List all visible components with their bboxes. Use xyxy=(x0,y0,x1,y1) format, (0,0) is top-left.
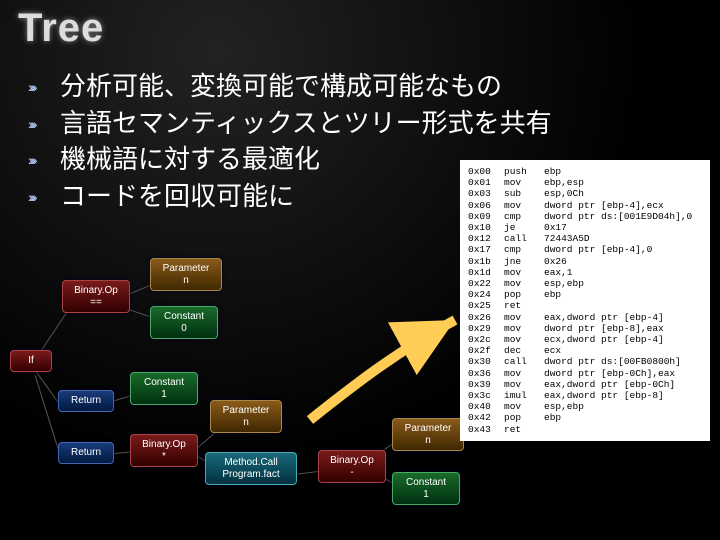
list-item: »» 分析可能、変換可能で構成可能なもの xyxy=(28,70,700,103)
asm-row: 0x12call72443A5D xyxy=(468,233,702,244)
asm-row: 0x40movesp,ebp xyxy=(468,401,702,412)
asm-row: 0x39moveax,dword ptr [ebp-0Ch] xyxy=(468,379,702,390)
asm-row: 0x09cmpdword ptr ds:[001E9D04h],0 xyxy=(468,211,702,222)
chevron-icon: »» xyxy=(28,79,52,97)
asm-row: 0x24popebp xyxy=(468,289,702,300)
asm-row: 0x10je0x17 xyxy=(468,222,702,233)
asm-row: 0x1dmoveax,1 xyxy=(468,267,702,278)
asm-row: 0x1bjne0x26 xyxy=(468,256,702,267)
tree-node-param-n: Parameter n xyxy=(392,418,464,451)
asm-row: 0x03subesp,0Ch xyxy=(468,188,702,199)
tree-node-method-call: Method.Call Program.fact xyxy=(205,452,297,485)
asm-row: 0x17cmpdword ptr [ebp-4],0 xyxy=(468,244,702,255)
asm-row: 0x3cimuleax,dword ptr [ebp-8] xyxy=(468,390,702,401)
tree-node-if: If xyxy=(10,350,52,372)
asm-row: 0x36movdword ptr [ebp-0Ch],eax xyxy=(468,368,702,379)
asm-row: 0x01movebp,esp xyxy=(468,177,702,188)
chevron-icon: »» xyxy=(28,152,52,170)
tree-node-return: Return xyxy=(58,390,114,412)
tree-node-return: Return xyxy=(58,442,114,464)
asm-row: 0x43ret xyxy=(468,424,702,435)
chevron-icon: »» xyxy=(28,116,52,134)
list-item: »» 言語セマンティックスとツリー形式を共有 xyxy=(28,107,700,140)
tree-node-const-1: Constant 1 xyxy=(392,472,460,505)
tree-node-const-0: Constant 0 xyxy=(150,306,218,339)
asm-row: 0x26moveax,dword ptr [ebp-4] xyxy=(468,312,702,323)
tree-node-binop-eq: Binary.Op == xyxy=(62,280,130,313)
chevron-icon: »» xyxy=(28,189,52,207)
asm-row: 0x00pushebp xyxy=(468,166,702,177)
bullet-text: 言語セマンティックスとツリー形式を共有 xyxy=(60,107,700,140)
asm-row: 0x06movdword ptr [ebp-4],ecx xyxy=(468,200,702,211)
tree-node-param-n: Parameter n xyxy=(150,258,222,291)
asm-row: 0x2fdececx xyxy=(468,345,702,356)
asm-row: 0x2cmovecx,dword ptr [ebp-4] xyxy=(468,334,702,345)
asm-row: 0x25ret xyxy=(468,300,702,311)
page-title: Tree xyxy=(18,6,104,51)
asm-row: 0x29movdword ptr [ebp-8],eax xyxy=(468,323,702,334)
tree-node-param-n: Parameter n xyxy=(210,400,282,433)
tree-node-const-1: Constant 1 xyxy=(130,372,198,405)
assembly-listing: 0x00pushebp0x01movebp,esp0x03subesp,0Ch0… xyxy=(460,160,710,441)
asm-row: 0x30calldword ptr ds:[00FB0800h] xyxy=(468,356,702,367)
bullet-text: 分析可能、変換可能で構成可能なもの xyxy=(60,70,700,103)
tree-node-binop-sub: Binary.Op - xyxy=(318,450,386,483)
tree-node-binop-mul: Binary.Op * xyxy=(130,434,198,467)
asm-row: 0x22movesp,ebp xyxy=(468,278,702,289)
asm-row: 0x42popebp xyxy=(468,412,702,423)
